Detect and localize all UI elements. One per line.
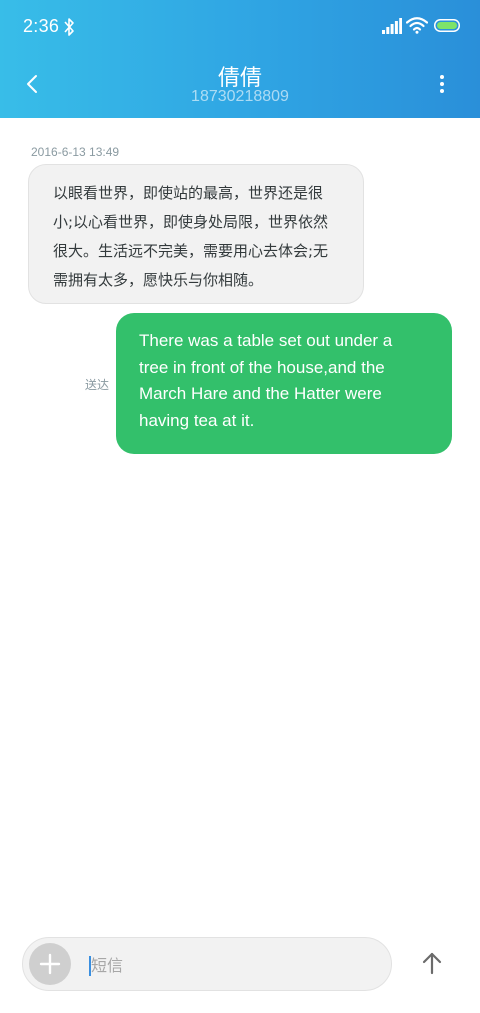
header: 2:36 倩倩 18730218809 [0, 0, 480, 118]
attach-button[interactable] [29, 943, 71, 985]
compose-bar [22, 937, 392, 991]
status-time: 2:36 [23, 16, 60, 36]
more-vertical-icon [440, 75, 444, 93]
message-timestamp: 2016-6-13 13:49 [31, 145, 120, 159]
more-button[interactable] [428, 66, 456, 102]
plus-icon [39, 953, 61, 975]
contact-number[interactable]: 18730218809 [0, 88, 480, 106]
arrow-up-icon [422, 952, 442, 975]
status-bar: 2:36 [0, 0, 480, 54]
send-button[interactable] [414, 944, 450, 982]
delivery-status: 送达 [85, 378, 110, 392]
signal-icon [382, 18, 402, 34]
battery-icon [434, 19, 460, 32]
text-caret [89, 956, 91, 976]
message-input[interactable] [89, 950, 371, 980]
incoming-message-bubble[interactable]: 以眼看世界，即使站的最高，世界还是很小;以心看世界，即使身处局限，世界依然很大。… [28, 164, 364, 304]
bluetooth-icon [64, 18, 74, 36]
wifi-icon [406, 17, 428, 34]
app-bar: 倩倩 18730218809 [0, 54, 480, 118]
outgoing-message-bubble[interactable]: There was a table set out under a tree i… [116, 313, 452, 454]
